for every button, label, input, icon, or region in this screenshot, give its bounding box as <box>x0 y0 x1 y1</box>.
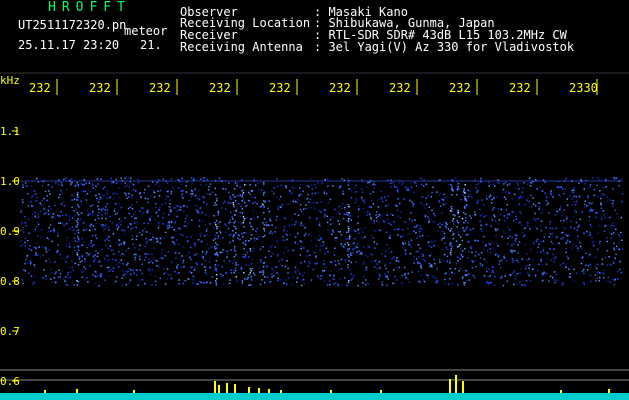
level-spike <box>268 389 270 393</box>
y-tick-label: 1.1 <box>0 125 20 138</box>
level-spike <box>330 390 332 393</box>
x-tick-label: 232 <box>449 81 471 95</box>
level-spike <box>608 389 610 393</box>
y-axis-unit: kHz <box>0 74 20 87</box>
x-tick-label: 232 <box>89 81 111 95</box>
y-tick-label: 0.6 <box>0 375 20 388</box>
x-tick-label: 232 <box>389 81 411 95</box>
x-tick-label: 232 <box>329 81 351 95</box>
y-tick-label: 1.0 <box>0 175 20 188</box>
level-spike <box>218 385 220 393</box>
detection-tag: meteor <box>124 24 168 38</box>
level-spike <box>44 390 46 393</box>
x-tick-label: 232 <box>209 81 231 95</box>
y-tick-label: 0.8 <box>0 275 20 288</box>
level-spike <box>234 384 236 393</box>
level-spike <box>449 379 451 393</box>
x-tick-label: 2330 <box>569 81 598 95</box>
x-tick-label: 232 <box>269 81 291 95</box>
level-spike <box>380 390 382 393</box>
y-tick-label: 0.9 <box>0 225 20 238</box>
level-baseline <box>0 393 629 400</box>
level-spike <box>280 390 282 393</box>
x-tick-label: 232 <box>149 81 171 95</box>
spectrogram-plot <box>0 72 629 400</box>
level-spike <box>214 381 216 393</box>
file-name: UT2511172320.pn <box>18 18 127 32</box>
level-spike <box>76 389 78 393</box>
level-spike <box>226 383 228 393</box>
level-spike <box>133 390 135 393</box>
count-value: 21. <box>140 38 162 52</box>
level-spike <box>258 388 260 393</box>
level-spike <box>462 381 464 393</box>
brand-title: HROFFT <box>48 0 131 15</box>
y-tick-label: 0.7 <box>0 325 20 338</box>
antenna-label: Receiving Antenna <box>180 40 303 54</box>
level-spike <box>560 390 562 393</box>
level-spike <box>248 387 250 393</box>
datetime: 25.11.17 23:20 <box>18 38 120 52</box>
x-tick-label: 232 <box>29 81 51 95</box>
signal-band <box>20 177 624 287</box>
level-spike <box>455 375 457 393</box>
x-tick-label: 232 <box>509 81 531 95</box>
antenna-value: : 3el Yagi(V) Az 330 for Vladivostok <box>314 40 575 54</box>
